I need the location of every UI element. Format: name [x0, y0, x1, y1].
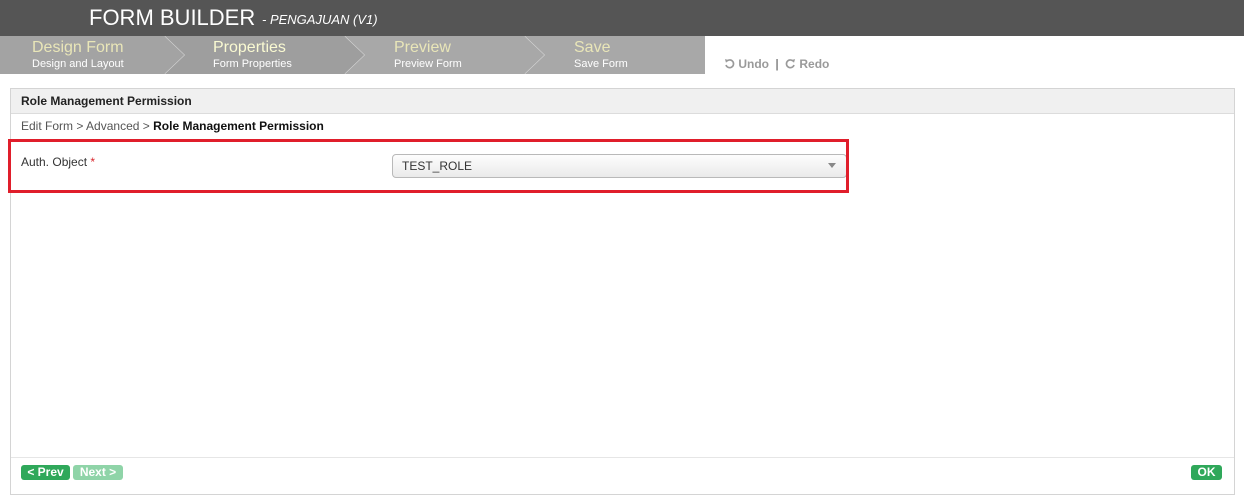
prev-button[interactable]: < Prev — [21, 465, 70, 480]
redo-icon — [785, 59, 796, 69]
undo-icon — [724, 59, 735, 69]
step-design-form[interactable]: Design Form Design and Layout — [0, 36, 185, 74]
history-controls: Undo | Redo — [724, 57, 829, 71]
step-sublabel: Preview Form — [394, 58, 462, 70]
breadcrumb-separator: > — [76, 119, 84, 133]
ok-button[interactable]: OK — [1191, 465, 1222, 480]
step-label: Properties — [213, 39, 286, 56]
footer-divider — [11, 457, 1234, 458]
redo-label: Redo — [799, 57, 830, 71]
form-subtitle: - PENGAJUAN (V1) — [262, 12, 378, 27]
step-label: Save — [574, 39, 611, 56]
highlight-box — [8, 139, 849, 193]
panel-title: Role Management Permission — [21, 94, 192, 108]
breadcrumb-separator: > — [142, 119, 150, 133]
breadcrumb-item-advanced[interactable]: Advanced — [86, 119, 139, 133]
wizard-bar: Design Form Design and Layout Properties… — [0, 36, 1244, 74]
wizard-steps: Design Form Design and Layout Properties… — [0, 36, 705, 74]
step-label: Preview — [394, 39, 451, 56]
undo-button[interactable]: Undo — [724, 57, 769, 71]
breadcrumb-item-edit-form[interactable]: Edit Form — [21, 119, 73, 133]
step-sublabel: Form Properties — [213, 58, 292, 70]
next-button[interactable]: Next > — [73, 465, 123, 480]
panel-header: Role Management Permission — [11, 89, 1234, 114]
app-title: FORM BUILDER — [89, 5, 256, 30]
step-sublabel: Design and Layout — [32, 58, 124, 70]
breadcrumb: Edit Form > Advanced > Role Management P… — [21, 119, 324, 133]
step-properties[interactable]: Properties Form Properties — [165, 36, 365, 74]
redo-button[interactable]: Redo — [785, 57, 829, 71]
step-save[interactable]: Save Save Form — [525, 36, 705, 74]
step-sublabel: Save Form — [574, 58, 628, 70]
step-preview[interactable]: Preview Preview Form — [345, 36, 545, 74]
history-separator: | — [775, 57, 779, 71]
app-header: FORM BUILDER - PENGAJUAN (V1) — [0, 0, 1244, 36]
breadcrumb-current: Role Management Permission — [153, 119, 324, 133]
undo-label: Undo — [738, 57, 769, 71]
step-label: Design Form — [32, 39, 124, 56]
